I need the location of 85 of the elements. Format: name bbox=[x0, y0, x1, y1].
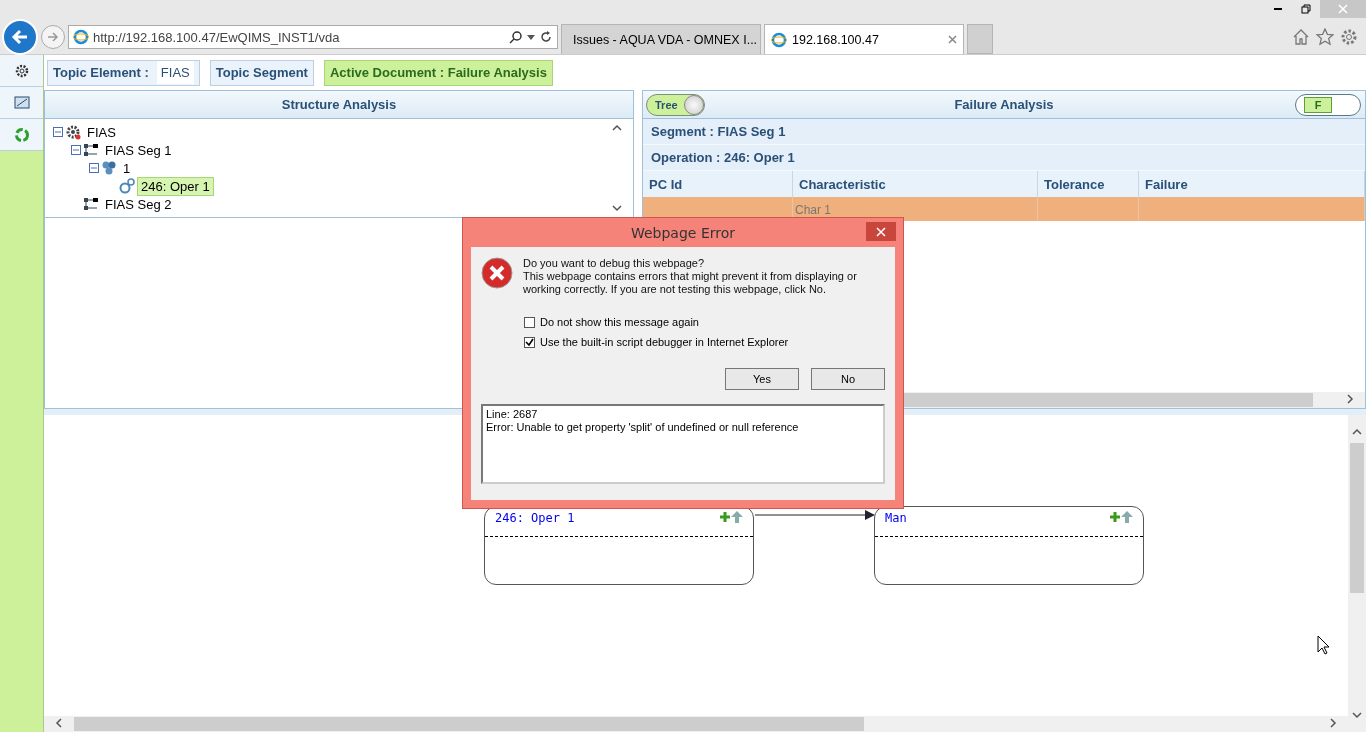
network-icon bbox=[83, 197, 99, 211]
close-icon[interactable] bbox=[948, 35, 957, 44]
restore-icon bbox=[1301, 4, 1311, 14]
dialog-message: This webpage contains errors that might prevent it from displaying or working correctly. If you are not testing this webpage, click No. bbox=[523, 270, 858, 296]
dropdown-icon[interactable] bbox=[527, 33, 535, 41]
error-detail-line: Line: 2687 bbox=[486, 408, 539, 421]
network-icon bbox=[83, 143, 99, 157]
collapse-toggle[interactable] bbox=[53, 127, 63, 137]
topic-element-label: Topic Element : bbox=[53, 65, 149, 80]
gear-icon bbox=[65, 124, 81, 140]
settings-button[interactable] bbox=[0, 55, 43, 87]
minus-icon bbox=[73, 147, 79, 153]
cluster-icon bbox=[101, 160, 117, 176]
browser-tab[interactable]: Issues - AQUA VDA - OMNEX I... bbox=[561, 24, 761, 54]
checkbox[interactable] bbox=[524, 316, 535, 328]
operation-label: Operation : 246: Oper 1 bbox=[643, 145, 1365, 171]
dialog-heading: Do you want to debug this webpage? bbox=[523, 257, 706, 270]
star-icon[interactable] bbox=[1316, 28, 1334, 46]
column-header: PC Id bbox=[643, 171, 793, 197]
error-detail-line: Error: Unable to get property 'split' of undefined or null reference bbox=[486, 421, 800, 434]
back-button[interactable] bbox=[2, 19, 38, 55]
tree-node[interactable]: FIAS Seg 2 bbox=[101, 194, 176, 214]
scrollbar-thumb[interactable] bbox=[1350, 443, 1364, 593]
settings-icon bbox=[13, 62, 30, 79]
cycle-arrows-icon bbox=[13, 126, 30, 143]
dialog-button[interactable]: Yes bbox=[725, 368, 799, 390]
minus-icon bbox=[91, 165, 97, 171]
minus-icon bbox=[55, 129, 61, 135]
plus-icon[interactable] bbox=[719, 511, 731, 523]
panel-title: Structure Analysis bbox=[281, 97, 397, 112]
scrollbar-thumb[interactable] bbox=[74, 717, 864, 731]
error-icon bbox=[481, 257, 513, 289]
forward-arrow-icon bbox=[46, 30, 60, 44]
panel-title: Failure Analysis bbox=[954, 97, 1054, 112]
recycle-button[interactable] bbox=[0, 119, 43, 151]
f-toggle-fill: F bbox=[1304, 97, 1332, 113]
dialog-title: Webpage Error bbox=[630, 224, 736, 241]
tree-node[interactable]: FIAS bbox=[83, 122, 120, 142]
screen-icon bbox=[13, 95, 30, 110]
active-document-label: Active Document : Failure Analysis bbox=[329, 65, 547, 80]
settings-icon[interactable] bbox=[1340, 28, 1358, 46]
scroll-right-icon[interactable] bbox=[1345, 394, 1355, 404]
cursor-icon bbox=[1317, 635, 1331, 655]
table-cell: Char 1 bbox=[793, 197, 1038, 221]
close-icon bbox=[1338, 4, 1348, 14]
column-header: Tolerance bbox=[1038, 171, 1139, 197]
topic-element-value: FIAS bbox=[156, 61, 194, 84]
checkbox[interactable] bbox=[524, 336, 535, 348]
plus-icon[interactable] bbox=[1109, 511, 1121, 523]
presentation-button[interactable] bbox=[0, 87, 43, 119]
gears-icon bbox=[119, 178, 135, 194]
scroll-down-icon[interactable] bbox=[612, 203, 622, 213]
scroll-down-icon[interactable] bbox=[1352, 710, 1362, 720]
minimize-icon bbox=[1273, 8, 1283, 10]
globe-icon bbox=[73, 29, 89, 45]
column-header: Failure bbox=[1139, 171, 1365, 197]
column-header: Characteristic bbox=[793, 171, 1038, 197]
topic-segment-label: Topic Segment bbox=[215, 65, 308, 80]
dialog-button[interactable]: No bbox=[811, 368, 885, 390]
segment-label: Segment : FIAS Seg 1 bbox=[643, 119, 1365, 145]
scroll-up-icon[interactable] bbox=[612, 123, 622, 133]
check-icon bbox=[525, 337, 534, 347]
browser-tab[interactable]: 192.168.100.47 bbox=[764, 24, 964, 54]
tree-toggle[interactable]: Tree bbox=[646, 94, 705, 116]
back-arrow-icon bbox=[10, 27, 30, 47]
tree-node[interactable]: 246: Oper 1 bbox=[137, 176, 214, 196]
home-icon[interactable] bbox=[1292, 28, 1310, 46]
tree-node[interactable]: FIAS Seg 1 bbox=[101, 140, 176, 160]
checkbox-label: Use the built-in script debugger in Internet Explorer bbox=[540, 336, 789, 348]
collapse-toggle[interactable] bbox=[71, 145, 81, 155]
scroll-right-icon[interactable] bbox=[1328, 718, 1338, 728]
scroll-left-icon[interactable] bbox=[54, 718, 64, 728]
close-icon bbox=[876, 226, 886, 237]
tree-node[interactable]: 1 bbox=[119, 158, 135, 178]
collapse-toggle[interactable] bbox=[89, 163, 99, 173]
globe-icon bbox=[771, 31, 787, 48]
f-toggle[interactable]: F bbox=[1295, 94, 1361, 116]
node-title: Man bbox=[885, 511, 908, 525]
scroll-up-icon[interactable] bbox=[1352, 427, 1362, 437]
refresh-icon[interactable] bbox=[539, 30, 553, 44]
node-title: 246: Oper 1 bbox=[495, 511, 576, 525]
checkbox-label: Do not show this message again bbox=[540, 316, 699, 328]
close-button[interactable] bbox=[866, 222, 896, 241]
address-field[interactable]: http://192.168.100.47/EwQIMS_INST1/vda bbox=[68, 25, 558, 49]
search-icon[interactable] bbox=[509, 30, 523, 44]
